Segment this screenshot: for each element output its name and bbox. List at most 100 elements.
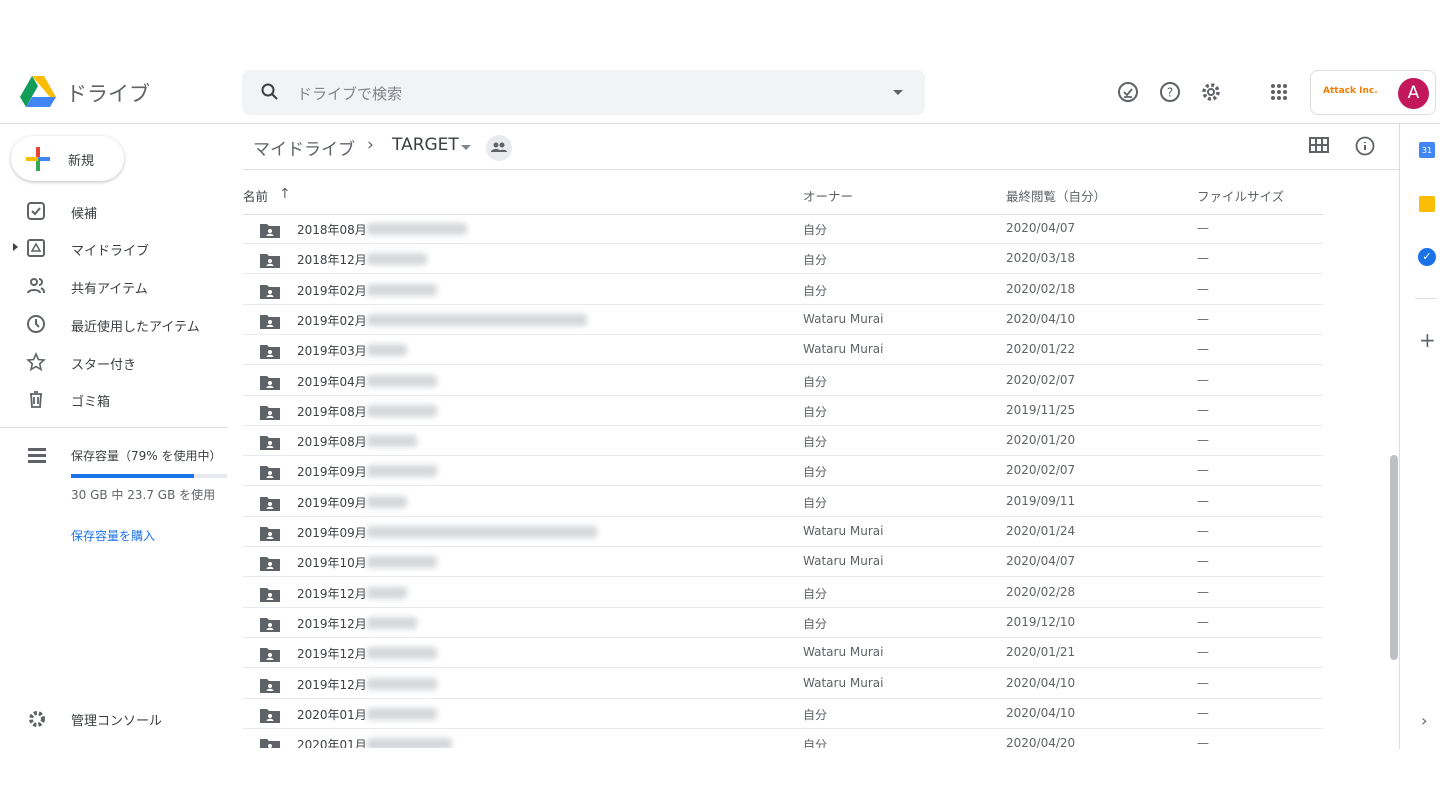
avatar[interactable]: A [1398, 78, 1429, 109]
table-row[interactable]: 2020年01月 自分 2020/04/10 — [243, 699, 1323, 729]
file-size: — [1197, 372, 1209, 387]
shared-folder-icon [260, 314, 280, 329]
table-row[interactable]: 2019年12月 Wataru Murai 2020/04/10 — [243, 669, 1323, 699]
file-name: 2019年08月 [297, 435, 367, 450]
file-size: — [1197, 645, 1209, 660]
file-name: 2020年01月 [297, 707, 367, 722]
shared-folder-icon [260, 587, 280, 602]
file-size: — [1197, 584, 1209, 599]
shared-folder-icon [260, 678, 280, 693]
file-size: — [1197, 251, 1209, 266]
file-name: 2018年12月 [297, 253, 367, 268]
file-name: 2019年12月 [297, 586, 367, 601]
owner: Wataru Murai [803, 342, 884, 357]
file-name: 2018年08月 [297, 223, 367, 237]
file-name: 2019年10月 [297, 556, 367, 571]
last-viewed: 2019/09/11 [1006, 493, 1076, 508]
file-size: — [1197, 554, 1209, 569]
file-size: — [1197, 736, 1209, 748]
redacted-name [367, 404, 437, 417]
file-size: — [1197, 342, 1209, 357]
shared-folder-icon [260, 466, 280, 481]
scrollbar[interactable] [1390, 455, 1398, 660]
shared-folder-icon [260, 284, 280, 299]
file-name: 2019年03月 [297, 344, 367, 359]
last-viewed: 2020/02/07 [1006, 463, 1076, 478]
shared-folder-icon [260, 345, 280, 360]
owner: 自分 [803, 253, 828, 268]
table-row[interactable]: 2019年10月 Wataru Murai 2020/04/07 — [243, 547, 1323, 578]
last-viewed: 2019/11/25 [1006, 402, 1076, 417]
last-viewed: 2020/04/10 [1006, 675, 1076, 690]
redacted-name [367, 738, 452, 748]
redacted-name [367, 374, 437, 387]
shared-folder-icon [260, 224, 280, 238]
file-size: — [1197, 705, 1209, 720]
table-row[interactable]: 2019年02月 Wataru Murai 2020/04/10 — [243, 305, 1323, 335]
file-size: — [1197, 493, 1209, 508]
owner: 自分 [803, 223, 828, 237]
table-row[interactable]: 2019年04月 自分 2020/02/07 — [243, 366, 1323, 396]
owner: 自分 [803, 283, 828, 298]
file-name: 2019年09月 [297, 465, 367, 480]
file-size: — [1197, 281, 1209, 296]
side-panel-divider [1399, 124, 1400, 749]
shared-folder-icon [260, 557, 280, 572]
last-viewed: 2020/02/07 [1006, 372, 1076, 387]
owner: Wataru Murai [803, 675, 884, 690]
file-size: — [1197, 675, 1209, 690]
table-row[interactable]: 2019年08月 自分 2020/01/20 — [243, 426, 1323, 457]
redacted-name [367, 616, 417, 629]
table-row[interactable]: 2019年09月 自分 2019/09/11 — [243, 487, 1323, 517]
bottom-margin [0, 748, 1440, 810]
add-addon-icon[interactable]: + [1419, 328, 1436, 352]
file-name: 2019年08月 [297, 404, 367, 419]
table-row[interactable]: 2019年12月 自分 2020/02/28 — [243, 578, 1323, 608]
last-viewed: 2020/04/10 [1006, 705, 1076, 720]
last-viewed: 2020/02/18 [1006, 281, 1076, 296]
file-size: — [1197, 311, 1209, 326]
file-name: 2020年01月 [297, 738, 367, 748]
file-name: 2019年12月 [297, 616, 367, 631]
table-row[interactable]: 2019年12月 自分 2019/12/10 — [243, 608, 1323, 638]
table-row[interactable]: 2018年08月 自分 2020/04/07 — [243, 214, 1323, 244]
shared-folder-icon [260, 496, 280, 511]
file-size: — [1197, 614, 1209, 629]
owner: Wataru Murai [803, 311, 884, 326]
expand-panel-icon[interactable]: › [1421, 711, 1427, 730]
file-name: 2019年02月 [297, 283, 367, 298]
redacted-name [367, 344, 407, 357]
file-name: 2019年09月 [297, 526, 367, 540]
redacted-name [367, 313, 587, 326]
owner: Wataru Murai [803, 554, 884, 569]
owner: 自分 [803, 616, 828, 631]
table-row[interactable]: 2019年12月 Wataru Murai 2020/01/21 — [243, 638, 1323, 669]
owner: 自分 [803, 495, 828, 510]
owner: Wataru Murai [803, 645, 884, 660]
calendar-icon[interactable]: 31 [1419, 142, 1435, 158]
tasks-icon[interactable]: ✓ [1418, 248, 1436, 266]
shared-folder-icon [260, 527, 280, 541]
owner: 自分 [803, 435, 828, 450]
redacted-name [367, 435, 417, 448]
file-size: — [1197, 433, 1209, 448]
table-row[interactable]: 2019年08月 自分 2019/11/25 — [243, 396, 1323, 426]
last-viewed: 2020/03/18 [1006, 251, 1076, 266]
last-viewed: 2020/01/24 [1006, 524, 1076, 538]
shared-folder-icon [260, 375, 280, 390]
table-row[interactable]: 2020年01月 自分 2020/04/20 — [243, 729, 1323, 748]
table-row[interactable]: 2019年09月 Wataru Murai 2020/01/24 — [243, 517, 1323, 547]
shared-folder-icon [260, 708, 280, 723]
table-row[interactable]: 2019年03月 Wataru Murai 2020/01/22 — [243, 335, 1323, 366]
file-list: 2018年08月 自分 2020/04/07 — 2018年12月 自分 202… [0, 0, 1400, 748]
table-row[interactable]: 2019年09月 自分 2020/02/07 — [243, 456, 1323, 487]
redacted-name [367, 465, 437, 478]
owner: 自分 [803, 586, 828, 601]
last-viewed: 2020/04/10 [1006, 311, 1076, 326]
table-row[interactable]: 2019年02月 自分 2020/02/18 — [243, 275, 1323, 305]
keep-icon[interactable] [1419, 196, 1435, 212]
redacted-name [367, 223, 467, 235]
redacted-name [367, 253, 427, 266]
table-row[interactable]: 2018年12月 自分 2020/03/18 — [243, 244, 1323, 275]
file-name: 2019年12月 [297, 647, 367, 662]
